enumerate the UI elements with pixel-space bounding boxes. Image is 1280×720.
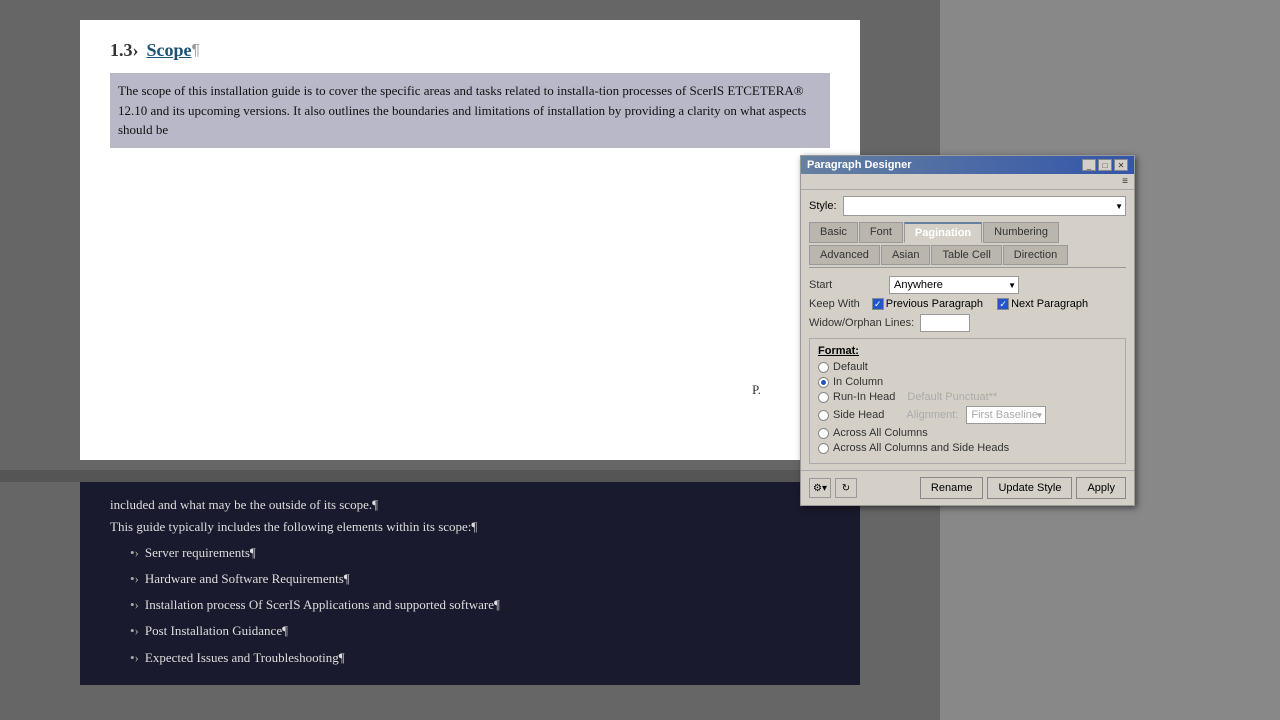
- start-label: Start: [809, 279, 889, 291]
- restore-button[interactable]: □: [1098, 159, 1112, 171]
- bottom-doc: included and what may be the outside of …: [80, 482, 860, 685]
- widow-row: Widow/Orphan Lines:: [809, 314, 1126, 332]
- bullet-hardware: •› Hardware and Software Requirements¶: [130, 568, 830, 590]
- radio-side-head-align: Alignment:: [906, 409, 958, 421]
- apply-button[interactable]: Apply: [1076, 477, 1126, 499]
- start-dropdown[interactable]: Anywhere ▼: [889, 276, 1019, 294]
- radio-run-in-head-extra: Default Punctuat**: [907, 391, 997, 403]
- style-label: Style:: [809, 200, 837, 212]
- radio-in-column-label: In Column: [833, 376, 883, 388]
- widow-label: Widow/Orphan Lines:: [809, 317, 914, 329]
- tab-table-cell[interactable]: Table Cell: [931, 245, 1001, 265]
- guide-intro: This guide typically includes the follow…: [110, 516, 830, 538]
- menu-icon[interactable]: ≡: [1122, 176, 1128, 187]
- gear-icon: ⚙: [813, 483, 822, 494]
- start-dropdown-arrow: ▼: [1008, 281, 1016, 290]
- dialog-body: Style: ▼ Basic Font Pagination Numbering…: [801, 190, 1134, 470]
- format-default: Default: [818, 361, 1117, 373]
- keep-with-row: Keep With ✓ Previous Paragraph ✓ Next Pa…: [809, 298, 1126, 310]
- refresh-icon: ↻: [842, 483, 850, 494]
- tab-font[interactable]: Font: [859, 222, 903, 243]
- bullet-post: •› Post Installation Guidance¶: [130, 620, 830, 642]
- bullet-installation: •› Installation process Of ScerIS Applic…: [130, 594, 830, 616]
- start-value: Anywhere: [894, 279, 943, 291]
- style-row: Style: ▼: [809, 196, 1126, 216]
- tabs-row-1: Basic Font Pagination Numbering: [809, 222, 1126, 243]
- next-paragraph-checkbox[interactable]: ✓: [997, 298, 1009, 310]
- radio-in-column-dot: [821, 380, 826, 385]
- tab-pagination[interactable]: Pagination: [904, 222, 982, 243]
- prev-paragraph-checkbox[interactable]: ✓: [872, 298, 884, 310]
- refresh-button[interactable]: ↻: [835, 478, 857, 498]
- tab-asian[interactable]: Asian: [881, 245, 931, 265]
- radio-across-columns-label: Across All Columns: [833, 427, 928, 439]
- section-title: Scope: [147, 40, 192, 61]
- next-paragraph-checkbox-item: ✓ Next Paragraph: [997, 298, 1088, 310]
- tabs-separator: [809, 267, 1126, 268]
- bullet-server: •› Server requirements¶: [130, 542, 830, 564]
- radio-default-label: Default: [833, 361, 868, 373]
- section-number: 1.3›: [110, 40, 139, 61]
- section-heading: 1.3› Scope¶: [110, 40, 830, 61]
- update-style-button[interactable]: Update Style: [987, 477, 1072, 499]
- format-side-head: Side Head Alignment: First Baseline ▼: [818, 406, 1117, 424]
- footer-left-controls: ⚙▾ ↻: [809, 478, 857, 498]
- widow-input[interactable]: [920, 314, 970, 332]
- tabs-row-2: Advanced Asian Table Cell Direction: [809, 245, 1126, 265]
- doc-page-top: 1.3› Scope¶ The scope of this installati…: [80, 20, 860, 460]
- tab-basic[interactable]: Basic: [809, 222, 858, 243]
- style-dropdown-arrow: ▼: [1115, 202, 1123, 211]
- next-paragraph-label: Next Paragraph: [1011, 298, 1088, 310]
- format-run-in-head: Run-In Head Default Punctuat**: [818, 391, 1117, 403]
- keep-with-label: Keep With: [809, 298, 860, 310]
- paragraph-designer-dialog: Paragraph Designer _ □ ✕ ≡ Style: ▼ Basi…: [800, 155, 1135, 506]
- gear-button[interactable]: ⚙▾: [809, 478, 831, 498]
- format-section: Format: Default In Column Run-In Head De…: [809, 338, 1126, 464]
- side-head-alignment-dropdown[interactable]: First Baseline ▼: [966, 406, 1046, 424]
- radio-default[interactable]: [818, 362, 829, 373]
- format-across-all: Across All Columns and Side Heads: [818, 442, 1117, 454]
- radio-across-all[interactable]: [818, 443, 829, 454]
- prev-paragraph-checkbox-item: ✓ Previous Paragraph: [872, 298, 983, 310]
- body-text: The scope of this installation guide is …: [110, 73, 830, 148]
- page-label: P.: [748, 380, 765, 400]
- radio-in-column[interactable]: [818, 377, 829, 388]
- first-baseline-label: First Baseline: [971, 409, 1038, 421]
- dialog-footer: ⚙▾ ↻ Rename Update Style Apply: [801, 470, 1134, 505]
- radio-run-in-head[interactable]: [818, 392, 829, 403]
- rename-button[interactable]: Rename: [920, 477, 984, 499]
- start-row: Start Anywhere ▼: [809, 276, 1126, 294]
- tab-numbering[interactable]: Numbering: [983, 222, 1059, 243]
- tab-advanced[interactable]: Advanced: [809, 245, 880, 265]
- document-area: 1.3› Scope¶ The scope of this installati…: [0, 0, 940, 720]
- radio-run-in-head-label: Run-In Head: [833, 391, 895, 403]
- alignment-dropdown-arrow: ▼: [1035, 411, 1043, 420]
- titlebar-controls: _ □ ✕: [1082, 159, 1128, 171]
- format-in-column: In Column: [818, 376, 1117, 388]
- radio-side-head[interactable]: [818, 410, 829, 421]
- format-across-columns: Across All Columns: [818, 427, 1117, 439]
- dialog-title: Paragraph Designer: [807, 159, 912, 171]
- radio-side-head-label: Side Head: [833, 409, 884, 421]
- bullet-issues: •› Expected Issues and Troubleshooting¶: [130, 647, 830, 669]
- style-dropdown[interactable]: ▼: [843, 196, 1126, 216]
- radio-across-columns[interactable]: [818, 428, 829, 439]
- minimize-button[interactable]: _: [1082, 159, 1096, 171]
- radio-across-all-label: Across All Columns and Side Heads: [833, 442, 1009, 454]
- bottom-intro: included and what may be the outside of …: [110, 494, 830, 516]
- dialog-menu: ≡: [801, 174, 1134, 190]
- close-button[interactable]: ✕: [1114, 159, 1128, 171]
- para-mark: ¶: [192, 42, 201, 60]
- tab-direction[interactable]: Direction: [1003, 245, 1068, 265]
- page-break: [0, 470, 940, 482]
- dialog-titlebar: Paragraph Designer _ □ ✕: [801, 156, 1134, 174]
- format-title: Format:: [818, 345, 1117, 357]
- prev-paragraph-label: Previous Paragraph: [886, 298, 983, 310]
